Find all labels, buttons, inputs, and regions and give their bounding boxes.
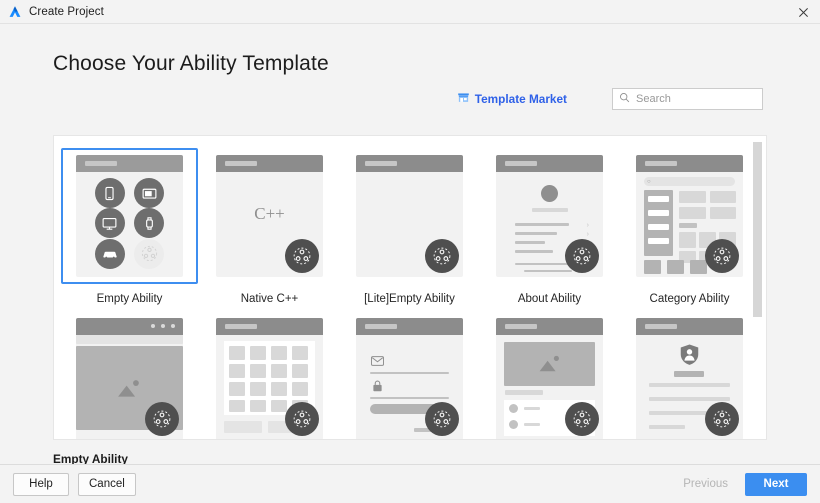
template-thumb-frame <box>621 311 758 439</box>
template-grid: Empty Ability C++ Native C++ [Lite]Empty… <box>60 142 752 439</box>
template-card-empty-ability[interactable]: Empty Ability <box>60 142 199 305</box>
template-thumbnail <box>356 318 463 439</box>
previous-button[interactable]: Previous <box>672 473 739 496</box>
template-thumbnail: C++ <box>216 155 323 277</box>
template-card-label: [Lite]Empty Ability <box>364 293 455 305</box>
harmony-badge-icon <box>425 239 459 273</box>
harmony-badge-icon <box>285 239 319 273</box>
template-thumb-frame <box>201 311 338 439</box>
template-thumbnail: ›››› <box>496 155 603 277</box>
create-project-dialog: Create Project Choose Your Ability Templ… <box>0 0 820 503</box>
tv-icon <box>94 208 125 239</box>
template-thumb-frame: ○ <box>621 148 758 284</box>
template-grid-panel: Empty Ability C++ Native C++ [Lite]Empty… <box>53 135 767 440</box>
search-icon <box>619 90 630 108</box>
harmony-badge-icon <box>705 402 739 436</box>
template-thumb-frame <box>341 148 478 284</box>
shop-icon <box>457 91 470 107</box>
phone-icon <box>94 178 125 209</box>
template-thumbnail: ○ <box>636 155 743 277</box>
template-card-login-ability[interactable] <box>340 305 479 439</box>
template-card-profile-ability[interactable] <box>620 305 759 439</box>
template-thumb-frame <box>341 311 478 439</box>
template-card-label: About Ability <box>517 293 582 305</box>
page-title: Choose Your Ability Template <box>53 52 329 75</box>
template-thumb-frame <box>61 148 198 284</box>
template-card-about-ability[interactable]: ›››› <box>480 142 619 305</box>
template-card-label: Empty Ability <box>96 293 163 305</box>
template-thumbnail <box>356 155 463 277</box>
harmony-badge-icon <box>145 402 179 436</box>
cancel-button[interactable]: Cancel <box>78 472 136 496</box>
harmony-badge-icon <box>425 402 459 436</box>
template-market-link[interactable]: Template Market <box>457 91 567 107</box>
template-grid-scroll: Empty Ability C++ Native C++ [Lite]Empty… <box>54 136 766 439</box>
harmony-badge-icon <box>565 402 599 436</box>
shield-person-icon <box>680 344 699 365</box>
template-thumb-frame: ›››› <box>481 148 618 284</box>
next-button[interactable]: Next <box>745 472 807 496</box>
template-card-category-ability[interactable]: ○ Category Ability <box>620 142 759 305</box>
template-card-lite-empty-ability[interactable]: [Lite]Empty Ability <box>340 142 479 305</box>
template-thumbnail <box>636 318 743 439</box>
grid-scrollbar-track[interactable] <box>753 138 764 437</box>
template-thumbnail <box>76 155 183 277</box>
template-card-media-ability[interactable] <box>480 305 619 439</box>
harmony-badge-icon <box>285 402 319 436</box>
harmony-badge-icon <box>134 238 165 269</box>
template-thumbnail <box>76 318 183 439</box>
template-card-grid-ability[interactable] <box>200 305 339 439</box>
harmony-badge-icon <box>565 239 599 273</box>
template-thumbnail <box>496 318 603 439</box>
grid-scrollbar-thumb[interactable] <box>753 142 762 317</box>
template-thumb-frame <box>481 311 618 439</box>
help-button[interactable]: Help <box>13 472 69 496</box>
dialog-content: Choose Your Ability Template Template Ma… <box>0 24 820 499</box>
harmony-badge-icon <box>705 239 739 273</box>
template-card-label: Category Ability <box>649 293 730 305</box>
footer-right-actions: Previous Next <box>672 472 807 496</box>
template-thumbnail <box>216 318 323 439</box>
car-icon <box>94 238 125 269</box>
search-box[interactable] <box>612 88 763 110</box>
template-toolbar: Template Market <box>53 84 763 114</box>
template-market-label: Template Market <box>474 92 567 106</box>
window-title: Create Project <box>29 5 104 18</box>
dialog-footer: Help Cancel Previous Next <box>0 464 820 503</box>
search-input[interactable] <box>636 93 756 105</box>
deveco-logo-icon <box>8 5 22 19</box>
template-card-gallery-ability[interactable] <box>60 305 199 439</box>
cpp-icon: C++ <box>254 203 285 223</box>
template-card-native-cpp[interactable]: C++ Native C++ <box>200 142 339 305</box>
title-bar: Create Project <box>0 0 820 24</box>
watch-icon <box>134 208 165 239</box>
tablet-icon <box>134 178 165 209</box>
template-card-label: Native C++ <box>240 293 299 305</box>
close-icon[interactable] <box>786 0 820 24</box>
template-thumb-frame <box>61 311 198 439</box>
template-thumb-frame: C++ <box>201 148 338 284</box>
